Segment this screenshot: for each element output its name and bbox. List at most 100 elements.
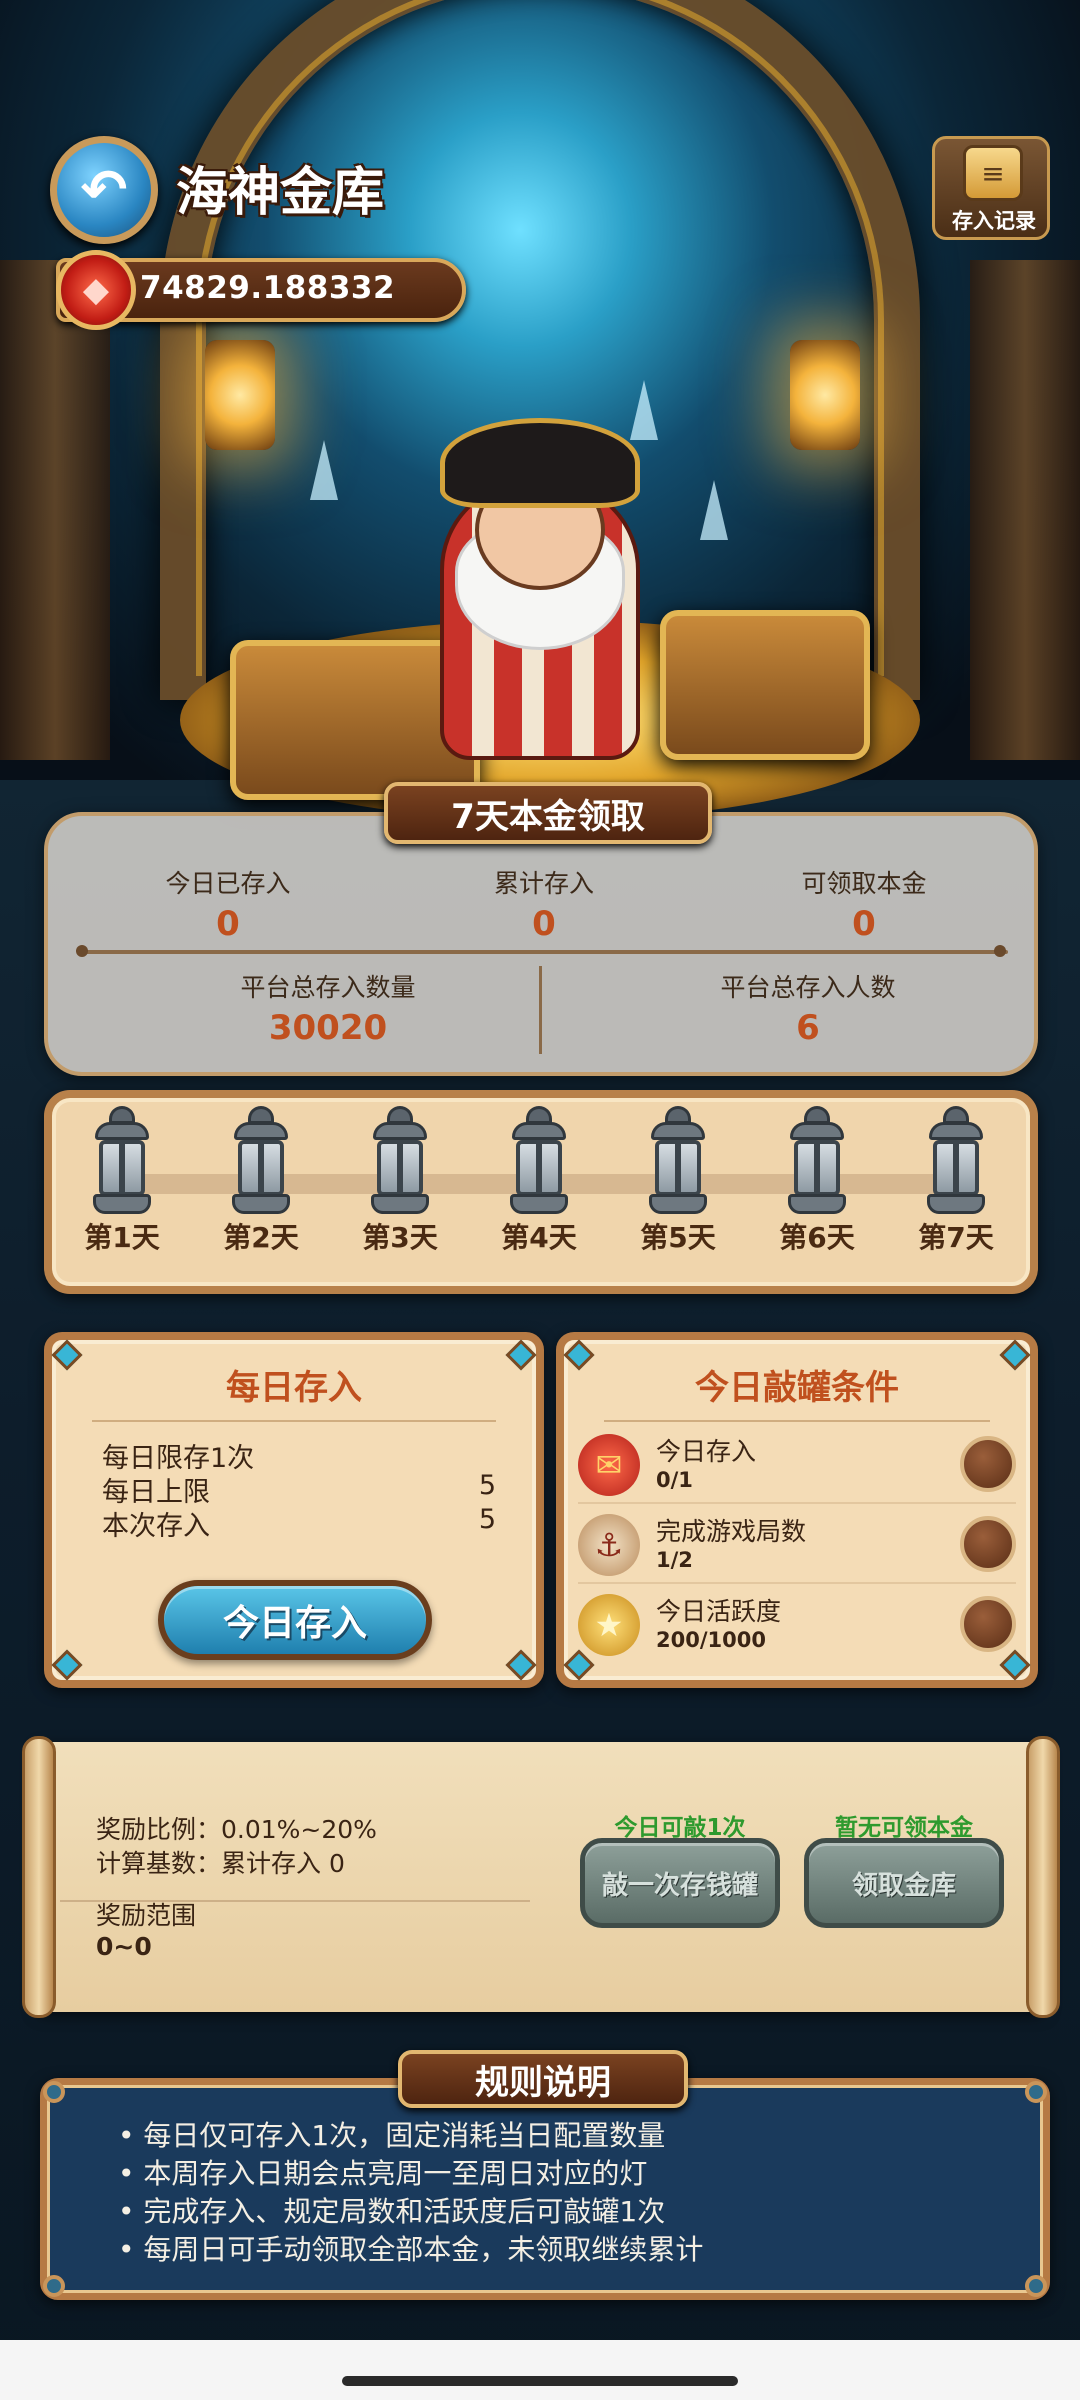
- right-pillar: [970, 260, 1080, 760]
- today-deposited-stat: 今日已存入 0: [108, 864, 348, 944]
- balance-value: 74829.188332: [140, 270, 396, 306]
- day-3: 第3天: [350, 1106, 450, 1256]
- lantern-icon: [230, 1106, 292, 1218]
- condition-progress: 0/1: [656, 1468, 693, 1492]
- principal-section-title: 7天本金领取: [384, 782, 712, 844]
- divider: [604, 1420, 990, 1422]
- stat-label: 平台总存入人数: [720, 973, 896, 1002]
- divider: [92, 1420, 496, 1422]
- stat-label: 平台总存入数量: [240, 973, 416, 1002]
- scroll-roll-left: [22, 1736, 56, 2018]
- stat-label: 累计存入: [493, 869, 594, 898]
- deposit-record-button[interactable]: ≡ 存入记录: [932, 136, 1050, 240]
- left-lantern-glow: [205, 340, 275, 450]
- divider-dot: [76, 945, 88, 957]
- stat-value: 30020: [268, 1008, 388, 1048]
- system-bottom-area: [0, 2340, 1080, 2400]
- smash-conditions-card: 今日敲罐条件 ✉ 今日存入 0/1 ⚓ 完成游戏局数 1/2 ★ 今日活跃度 2…: [556, 1332, 1038, 1688]
- condition-status-indicator: [960, 1436, 1016, 1492]
- day-5: 第5天: [628, 1106, 728, 1256]
- claim-vault-button[interactable]: 领取金库: [804, 1838, 1004, 1928]
- reward-range-value: 0~0: [96, 1932, 152, 1961]
- closed-treasure-chest: [660, 610, 870, 760]
- rules-title: 规则说明: [398, 2050, 688, 2108]
- reward-range-label: 奖励范围: [96, 1901, 197, 1930]
- rule-item: • 本周存入日期会点亮周一至周日对应的灯: [118, 2157, 648, 2190]
- page-title: 海神金库: [176, 163, 385, 223]
- back-arrow-icon: ↶: [80, 157, 128, 223]
- divider: [82, 950, 1008, 954]
- stat-value: 0: [532, 904, 556, 944]
- right-lantern-glow: [790, 340, 860, 450]
- lantern-icon: [369, 1106, 431, 1218]
- day-1: 第1天: [72, 1106, 172, 1256]
- deposit-today-button[interactable]: 今日存入: [158, 1580, 432, 1660]
- daily-deposit-card: 每日存入 每日限存1次 每日上限 5 本次存入 5 今日存入: [44, 1332, 544, 1688]
- day-label: 第5天: [640, 1221, 716, 1254]
- day-label: 第1天: [84, 1221, 160, 1254]
- daily-deposit-title: 每日存入: [226, 1368, 362, 1408]
- row-label: 本次存入: [102, 1511, 210, 1542]
- crystal-icon: [630, 380, 658, 440]
- condition-games: ⚓ 完成游戏局数 1/2: [578, 1506, 1016, 1584]
- red-gem-icon: ◆: [56, 250, 136, 330]
- day-label: 第2天: [223, 1221, 299, 1254]
- smash-piggy-bank-button[interactable]: 敲一次存钱罐: [580, 1838, 780, 1928]
- platform-total-users-stat: 平台总存入人数 6: [648, 968, 968, 1048]
- claimable-principal-stat: 可领取本金 0: [744, 864, 984, 944]
- condition-status-indicator: [960, 1516, 1016, 1572]
- day-2: 第2天: [211, 1106, 311, 1256]
- row-value: 5: [478, 1504, 496, 1535]
- stat-value: 0: [216, 904, 240, 944]
- day-label: 第7天: [918, 1221, 994, 1254]
- lantern-icon: [508, 1106, 570, 1218]
- rule-item: • 每日仅可存入1次，固定消耗当日配置数量: [118, 2119, 666, 2152]
- crystal-icon: [700, 480, 728, 540]
- condition-activity: ★ 今日活跃度 200/1000: [578, 1586, 1016, 1664]
- lantern-icon: [786, 1106, 848, 1218]
- divider: [578, 1582, 1016, 1584]
- day-label: 第6天: [779, 1221, 855, 1254]
- stat-label: 今日已存入: [165, 869, 291, 898]
- day-label: 第4天: [501, 1221, 577, 1254]
- corner-gem-icon: [505, 1649, 537, 1681]
- condition-name: 今日存入: [656, 1437, 757, 1466]
- lantern-icon: [91, 1106, 153, 1218]
- corner-gem-icon: [51, 1649, 83, 1681]
- rule-item: • 每周日可手动领取全部本金，未领取继续累计: [118, 2233, 704, 2266]
- pirate-hat: [440, 418, 640, 508]
- home-indicator[interactable]: [342, 2376, 738, 2386]
- conditions-title: 今日敲罐条件: [695, 1368, 899, 1408]
- total-deposited-stat: 累计存入 0: [424, 864, 664, 944]
- vault-screen: ↶ 海神金库 ≡ 存入记录 ◆ 74829.188332 今日已存入 0 累计存…: [0, 0, 1080, 2400]
- game-icon: ⚓: [578, 1514, 640, 1576]
- condition-progress: 1/2: [656, 1548, 693, 1572]
- reward-base: 计算基数：累计存入 0: [96, 1849, 345, 1878]
- smash-note: 今日可敲1次: [614, 1815, 746, 1841]
- divider-dot: [994, 945, 1006, 957]
- scroll-roll-right: [1026, 1736, 1060, 2018]
- seven-day-lanterns: 第1天 第2天 第3天 第4天 第5天 第6天 第7天: [44, 1090, 1038, 1294]
- back-button[interactable]: ↶: [50, 136, 158, 244]
- divider: [539, 966, 542, 1054]
- star-medal-icon: ★: [578, 1594, 640, 1656]
- crystal-icon: [310, 440, 338, 500]
- condition-progress: 200/1000: [656, 1628, 766, 1652]
- gift-icon: ✉: [578, 1434, 640, 1496]
- condition-name: 今日活跃度: [656, 1597, 782, 1626]
- deposit-record-label: 存入记录: [952, 209, 1036, 233]
- corner-ornament-icon: [1025, 2275, 1047, 2297]
- day-4: 第4天: [489, 1106, 589, 1256]
- corner-ornament-icon: [1025, 2081, 1047, 2103]
- this-deposit-row: 本次存入 5: [102, 1504, 496, 1543]
- stat-value: 0: [852, 904, 876, 944]
- day-6: 第6天: [767, 1106, 867, 1256]
- lantern-icon: [647, 1106, 709, 1218]
- divider: [578, 1502, 1016, 1504]
- claim-note: 暂无可领本金: [835, 1815, 973, 1841]
- lantern-icon: [925, 1106, 987, 1218]
- left-pillar: [0, 260, 110, 760]
- stat-value: 6: [796, 1008, 820, 1048]
- condition-status-indicator: [960, 1596, 1016, 1652]
- scroll-icon: ≡: [963, 145, 1023, 201]
